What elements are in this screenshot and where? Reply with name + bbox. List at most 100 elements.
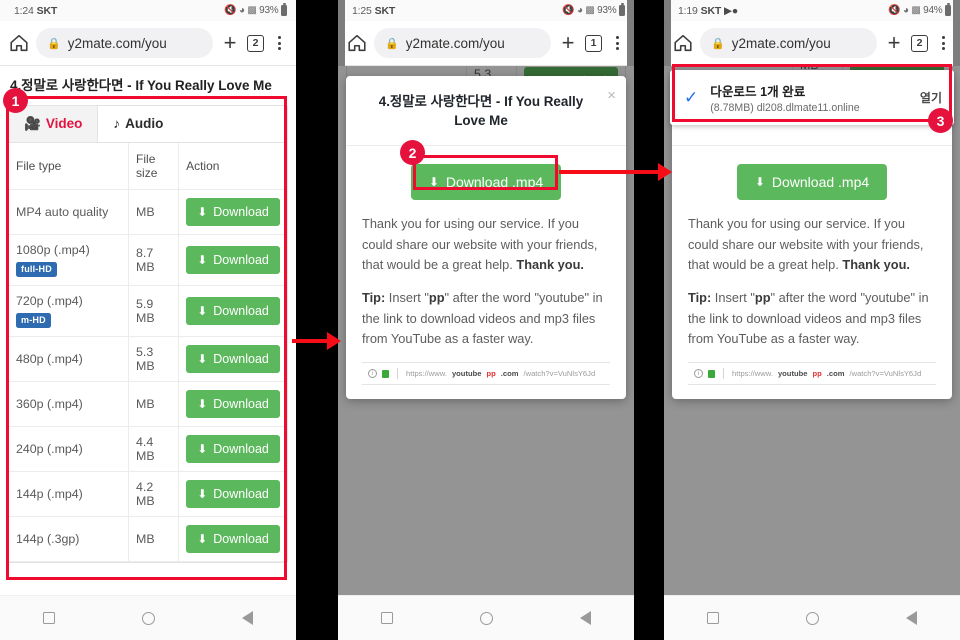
cell-action: ⬇ Download [178,285,287,337]
cell-file-type: MP4 auto quality [9,189,130,235]
download-button-label: Download [213,441,269,456]
tab-switcher-button[interactable]: 2 [911,34,928,52]
status-carrier: SKT [374,4,396,17]
new-tab-button[interactable]: + [557,30,579,56]
more-menu-icon[interactable] [270,34,288,53]
back-button-icon[interactable] [905,611,917,625]
lock-icon: 🔒 [711,37,725,50]
download-button[interactable]: ⬇ Download [186,197,280,226]
home-button-icon[interactable] [141,611,155,625]
status-media-icon: ▶● [724,4,739,17]
download-complete-notification[interactable]: ✓ 다운로드 1개 완료 (8.78MB) dl208.dlmate11.onl… [670,70,954,125]
tip-pp: pp [754,290,771,306]
formats-table: File type File size Action MP4 auto qual… [9,142,287,562]
download-icon: ⬇ [197,396,208,411]
status-bar: 1:24 SKT 🔇 ◕ ▩ 93% [0,0,296,21]
android-nav-bar [0,595,296,640]
more-menu-icon[interactable] [608,34,626,53]
file-type-label: 1080p (.mp4) [16,242,90,257]
tab-switcher-button[interactable]: 2 [247,34,264,52]
download-icon: ⬇ [197,252,208,267]
url-youtube: youtube [777,369,808,379]
cell-action: ⬇ Download [178,381,287,427]
wifi-icon: ◕ [238,4,245,16]
download-button[interactable]: ⬇ Download [186,434,280,463]
download-button[interactable]: ⬇ Download [186,296,280,325]
download-button[interactable]: ⬇ Download [186,524,280,553]
step-marker-2: 2 [400,140,425,165]
tip-text: Tip: Insert "pp" after the word "youtube… [688,288,936,350]
download-button[interactable]: ⬇ Download [186,389,280,418]
file-type-label: 720p (.mp4) [16,293,83,308]
new-tab-button[interactable]: + [219,30,241,56]
video-camera-icon: 🎥 [24,115,41,131]
tab-audio[interactable]: ♪ Audio [98,106,178,142]
download-mp4-button[interactable]: ⬇ Download .mp4 [736,163,888,200]
download-button[interactable]: ⬇ Download [186,479,280,508]
cell-file-type: 480p (.mp4) [9,336,130,382]
cell-action: ⬇ Download [178,426,287,472]
back-button-icon[interactable] [241,611,253,625]
header-file-size: File size [128,142,180,190]
status-carrier: SKT [700,4,722,17]
more-menu-icon[interactable] [934,34,952,53]
mute-icon: 🔇 [562,4,575,16]
status-time: 1:24 [14,4,34,17]
notification-open-button[interactable]: 열기 [920,89,942,106]
status-time: 1:19 [678,4,698,17]
back-button-icon[interactable] [579,611,591,625]
cell-file-type: 1080p (.mp4) full-HD [9,234,130,286]
home-icon[interactable] [672,32,694,54]
address-bar[interactable]: 🔒 y2mate.com/you [36,28,213,58]
table-row: 144p (.mp4) 4.2 MB ⬇ Download [9,471,287,517]
music-note-icon: ♪ [113,116,121,132]
url-scheme: https://www. [406,369,447,379]
wifi-icon: ◕ [576,4,583,16]
home-button-icon[interactable] [805,611,819,625]
home-icon[interactable] [346,32,368,54]
cell-action: ⬇ Download [178,471,287,517]
new-tab-button[interactable]: + [883,30,905,56]
recent-apps-icon[interactable] [707,612,720,624]
tab-video[interactable]: 🎥 Video [9,105,99,142]
recent-apps-icon[interactable] [43,612,56,624]
download-mp4-button[interactable]: ⬇ Download .mp4 [410,163,562,200]
download-button-label: Download [213,351,269,366]
notification-subtitle: (8.78MB) dl208.dlmate11.online [710,102,860,114]
status-bar: 1:25 SKT 🔇 ◕ ▩ 93% [338,0,634,21]
phone-screenshot-2: 1:25 SKT 🔇 ◕ ▩ 93% 🔒 y2mate.com/you + 1 [338,0,634,640]
address-bar[interactable]: 🔒 y2mate.com/you [700,28,877,58]
cell-file-type: 240p (.mp4) [9,426,130,472]
download-mp4-label: Download .mp4 [771,173,870,190]
home-button-icon[interactable] [479,611,493,625]
lock-icon: 🔒 [385,37,399,50]
page-content-2: 4.정말로 사랑한다면 - If You Really Love Me 🎥 Vi… [338,66,634,640]
table-header-row: File type File size Action [9,142,287,190]
recent-apps-icon[interactable] [381,612,394,624]
table-row: 360p (.mp4) MB ⬇ Download [9,381,287,427]
page-content-3: 4.정말로 사랑한다면 - If You Really Love Me 🎥 Vi… [664,66,960,640]
page-content-1: 4.정말로 사랑한다면 - If You Really Love Me 🎥 Vi… [0,66,296,640]
home-icon[interactable] [8,32,30,54]
download-icon: ⬇ [197,531,208,546]
download-button[interactable]: ⬇ Download [186,245,280,274]
address-bar[interactable]: 🔒 y2mate.com/you [374,28,551,58]
cell-file-size: 4.4 MB [128,426,180,472]
tip-label: Tip: [688,290,712,306]
cell-file-size: MB [128,189,180,235]
lock-icon: 🔒 [47,37,61,50]
table-row: 480p (.mp4) 5.3 MB ⬇ Download [9,336,287,382]
video-title: 4.정말로 사랑한다면 - If You Really Love Me [10,78,272,93]
url-pp: pp [812,369,822,379]
flow-arrow-2 [559,163,672,181]
url-domain: .com [826,369,845,379]
cell-file-size: 8.7 MB [128,234,180,286]
download-button[interactable]: ⬇ Download [186,344,280,373]
file-type-label: 144p (.mp4) [16,486,83,501]
close-icon[interactable]: × [607,88,616,103]
url-path: /watch?v=VuNlsY6Jd [523,369,596,379]
modal-body: ⬇ Download .mp4 Thank you for using our … [346,146,626,399]
flow-arrow-1 [292,332,341,350]
download-icon: ⬇ [197,204,208,219]
tab-switcher-button[interactable]: 1 [585,34,602,52]
